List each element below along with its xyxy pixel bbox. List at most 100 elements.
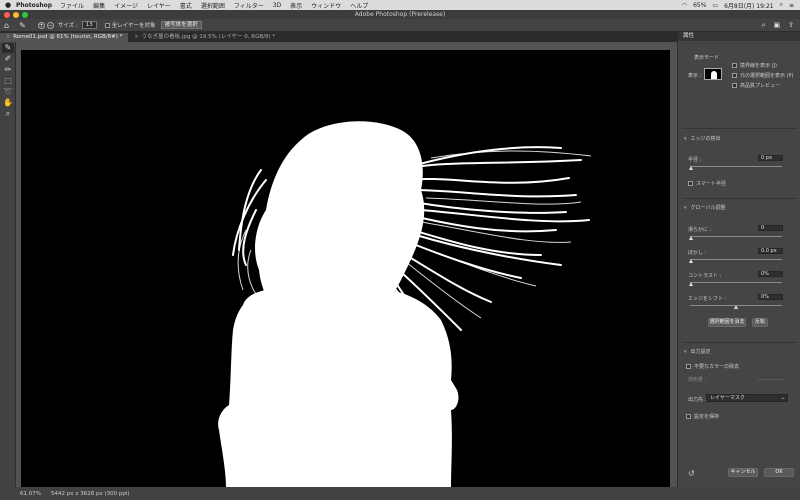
smooth-input[interactable]: 0: [758, 225, 783, 231]
output-settings-heading[interactable]: ▾ 出力設定: [684, 348, 711, 355]
body-silhouette: [218, 288, 459, 487]
app-name-menu[interactable]: Photoshop: [16, 2, 52, 9]
control-center-icon[interactable]: ≡: [789, 2, 794, 9]
output-to-label: 出力先 :: [688, 397, 707, 403]
output-to-select[interactable]: レイヤーマスク ⌄: [706, 394, 788, 402]
quick-selection-brush-icon[interactable]: ✎: [2, 43, 14, 53]
select-subject-button[interactable]: 被写体を選択: [160, 21, 202, 29]
all-layers-checkbox[interactable]: [104, 23, 110, 28]
radius-slider-track[interactable]: [690, 166, 782, 167]
zoom-window-button[interactable]: [22, 11, 28, 18]
remember-settings-row[interactable]: 設定を保存: [686, 413, 719, 420]
show-edge-label: 境界線を表示 (J): [740, 63, 777, 69]
tab-close-icon[interactable]: ×: [134, 33, 138, 42]
reset-icon[interactable]: ↺: [688, 469, 695, 478]
tab-rome01[interactable]: × Rome01.psd @ 61% (tourist, RGB/8#) *: [0, 33, 129, 42]
decontaminate-checkbox[interactable]: [686, 364, 691, 369]
global-refinements-heading[interactable]: ▾ グローバル調整: [684, 204, 725, 211]
radius-input[interactable]: 0 px: [758, 155, 783, 161]
hq-preview-checkbox[interactable]: [732, 83, 737, 88]
zoom-level[interactable]: 61.07%: [20, 491, 41, 497]
view-mode-thumbnail[interactable]: [704, 68, 722, 80]
hq-preview-row[interactable]: 高品質プレビュー: [732, 82, 780, 89]
menu-filter[interactable]: フィルター: [234, 1, 264, 10]
minimize-window-button[interactable]: [13, 11, 19, 18]
feather-slider-track[interactable]: [690, 259, 782, 260]
size-input[interactable]: 13: [81, 21, 97, 29]
show-original-checkbox[interactable]: [732, 73, 737, 78]
brush-tool-preset-icon[interactable]: ✎: [19, 21, 26, 30]
menu-help[interactable]: ヘルプ: [350, 1, 368, 10]
object-selection-icon[interactable]: ⬚: [2, 76, 14, 86]
menu-type[interactable]: 書式: [180, 1, 192, 10]
menu-file[interactable]: ファイル: [60, 1, 84, 10]
collapse-chevron-icon[interactable]: ▾: [684, 136, 687, 142]
show-edge-row[interactable]: 境界線を表示 (J): [732, 62, 777, 69]
document-info[interactable]: 5442 px x 3628 px (300 ppi): [51, 491, 130, 497]
radius-label: 半径 :: [688, 157, 702, 163]
zoom-icon[interactable]: ⌕: [2, 109, 14, 119]
shift-edge-input[interactable]: 0%: [758, 294, 783, 300]
feather-slider-thumb[interactable]: [689, 259, 693, 263]
smooth-slider-track[interactable]: [690, 236, 782, 237]
smart-radius-checkbox[interactable]: [688, 181, 693, 186]
feather-input[interactable]: 0.0 px: [758, 248, 783, 254]
collapse-chevron-icon[interactable]: ▾: [684, 205, 687, 211]
decontaminate-row[interactable]: 不要なカラーの除去: [686, 363, 739, 370]
menu-image[interactable]: イメージ: [114, 1, 138, 10]
lasso-icon[interactable]: ➰: [2, 87, 14, 97]
menu-select[interactable]: 選択範囲: [201, 1, 225, 10]
shift-edge-slider-thumb[interactable]: [734, 305, 738, 309]
search-icon[interactable]: ⌕: [780, 1, 783, 9]
menu-edit[interactable]: 編集: [93, 1, 105, 10]
tab-close-icon[interactable]: ×: [6, 33, 10, 42]
workspace-icon[interactable]: ▣: [774, 21, 781, 30]
wifi-icon[interactable]: ◠: [682, 2, 687, 9]
show-original-row[interactable]: 元の選択範囲を表示 (P): [732, 72, 794, 79]
contrast-slider-track[interactable]: [690, 282, 782, 283]
all-layers-checkbox-row[interactable]: 全レイヤーを対象: [104, 21, 156, 29]
brush-icon[interactable]: ✏: [2, 65, 14, 75]
remember-settings-checkbox[interactable]: [686, 414, 691, 419]
contrast-slider-thumb[interactable]: [689, 282, 693, 286]
smooth-slider-thumb[interactable]: [689, 236, 693, 240]
clear-selection-button[interactable]: 選択範囲を消去: [708, 318, 746, 327]
decontaminate-label: 不要なカラーの除去: [694, 364, 740, 370]
show-original-label: 元の選択範囲を表示 (P): [740, 73, 794, 79]
close-window-button[interactable]: [4, 11, 10, 18]
brush-subtract-icon[interactable]: −: [46, 21, 54, 29]
refine-edge-brush-icon[interactable]: ✐: [2, 54, 14, 64]
show-edge-checkbox[interactable]: [732, 63, 737, 68]
invert-button[interactable]: 反転: [752, 318, 768, 327]
menu-view[interactable]: 表示: [290, 1, 302, 10]
collapse-chevron-icon[interactable]: ▾: [684, 349, 687, 355]
menu-layer[interactable]: レイヤー: [147, 1, 171, 10]
view-label: 表示 :: [688, 73, 702, 79]
document-canvas[interactable]: [21, 50, 670, 487]
search-icon[interactable]: ⌕: [762, 21, 766, 30]
radius-slider-thumb[interactable]: [689, 166, 693, 170]
all-layers-label: 全レイヤーを対象: [111, 23, 156, 29]
window-title: Adobe Photoshop (Prerelease): [354, 11, 446, 18]
brush-add-icon[interactable]: +: [37, 21, 45, 29]
size-label: サイズ :: [57, 23, 78, 29]
tab-unagi-sign[interactable]: × うなぎ屋の看板.jpg @ 19.5% (レイヤー 0, RGB/8) *: [128, 33, 281, 42]
menu-window[interactable]: ウィンドウ: [311, 1, 341, 10]
ok-button[interactable]: OK: [764, 468, 794, 477]
battery-icon[interactable]: ▭: [712, 2, 718, 9]
chevron-down-icon: ⌄: [780, 395, 785, 401]
home-icon[interactable]: ⌂: [4, 21, 9, 30]
datetime-label[interactable]: 6月8日(月) 19:21: [724, 1, 774, 10]
share-icon[interactable]: ⇪: [788, 21, 794, 30]
smart-radius-label: スマート半径: [696, 181, 726, 187]
document-tabs: × Rome01.psd @ 61% (tourist, RGB/8#) * ×…: [0, 32, 677, 42]
contrast-input[interactable]: 0%: [758, 271, 783, 277]
smart-radius-row[interactable]: スマート半径: [688, 180, 726, 187]
cancel-button[interactable]: キャンセル: [728, 468, 758, 477]
edge-detection-heading[interactable]: ▾ エッジの検出: [684, 135, 721, 142]
output-to-value: レイヤーマスク: [710, 395, 745, 401]
macos-menubar: ● Photoshop ファイル 編集 イメージ レイヤー 書式 選択範囲 フィ…: [0, 0, 800, 10]
apple-icon[interactable]: ●: [0, 1, 16, 9]
hand-icon[interactable]: ✋: [2, 98, 14, 108]
menu-3d[interactable]: 3D: [273, 2, 281, 9]
